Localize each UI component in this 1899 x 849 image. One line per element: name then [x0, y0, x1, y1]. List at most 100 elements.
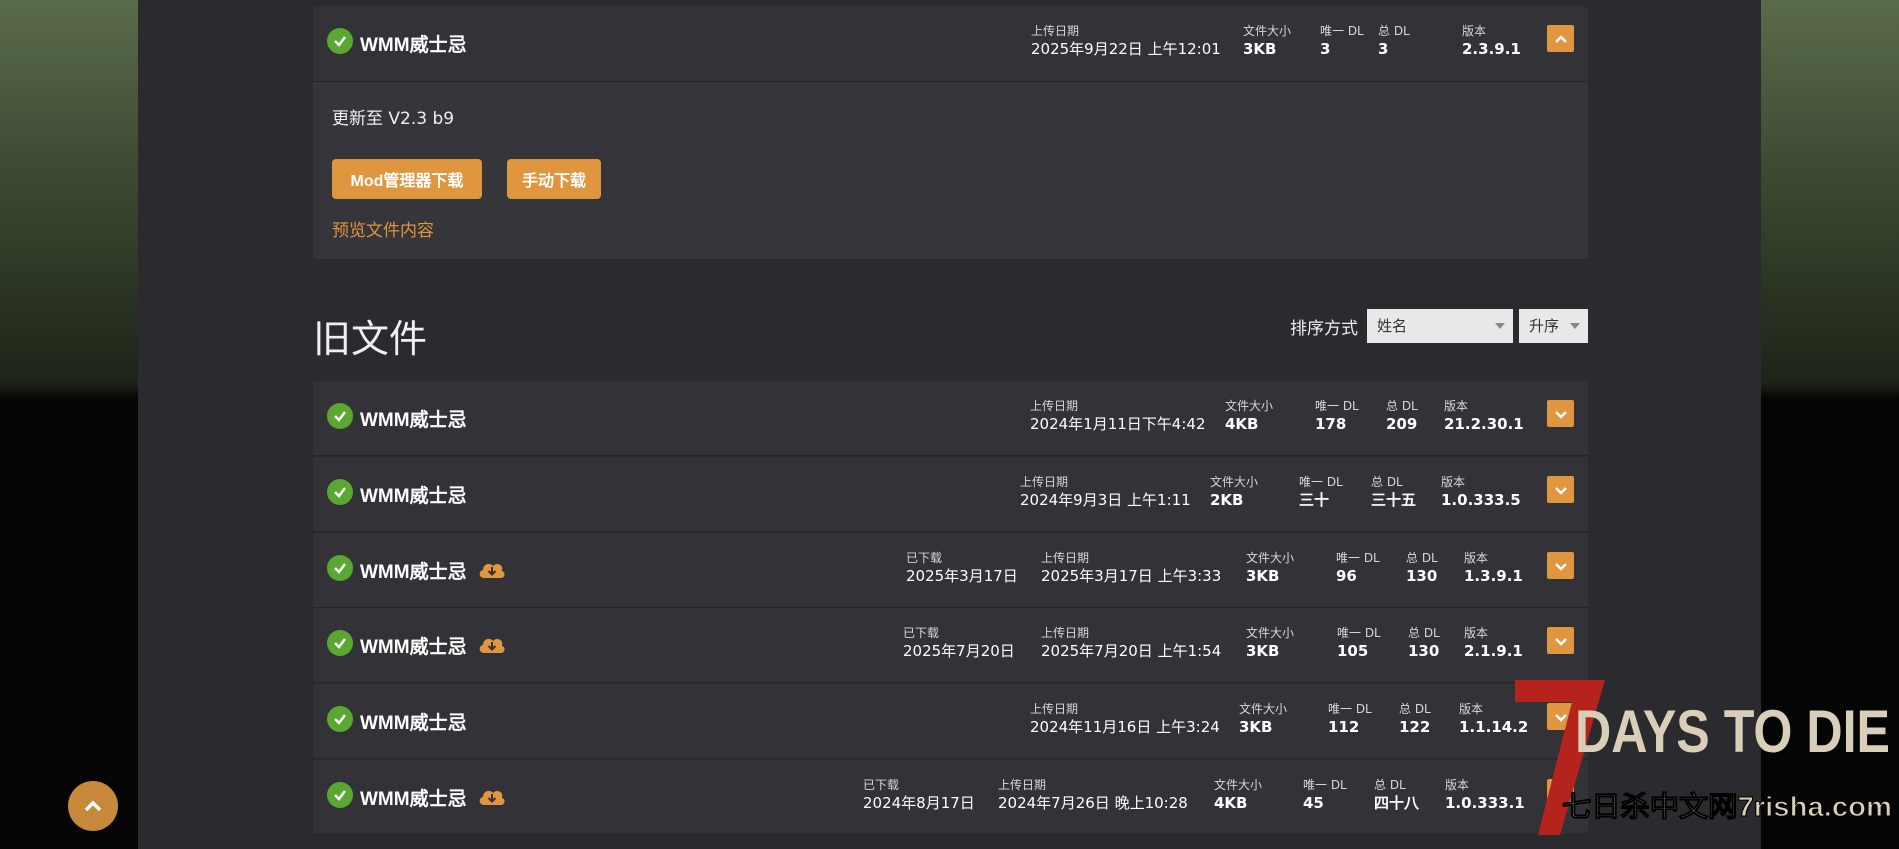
unique-dl-value: 178 [1315, 415, 1347, 433]
scroll-to-top-button[interactable] [68, 781, 118, 831]
file-size-column: 文件大小 4KB [1225, 398, 1273, 434]
version-value: 1.3.9.1 [1464, 567, 1523, 585]
current-file-header[interactable]: WMM威士忌 上传日期 2025年9月22日 上午12:01 文件大小 3KB … [313, 6, 1588, 82]
upload-date-column: 上传日期 2024年1月11日下午4:42 [1030, 398, 1206, 434]
upload-date-label: 上传日期 [1041, 626, 1090, 640]
expand-button[interactable] [1547, 476, 1574, 503]
unique-dl-value: 112 [1328, 718, 1360, 736]
file-name: WMM威士忌 [360, 486, 467, 507]
sort-order-value: 升序 [1529, 317, 1560, 335]
upload-date-label: 上传日期 [1030, 399, 1079, 413]
file-size-column: 文件大小 2KB [1210, 474, 1258, 510]
total-dl-value: 130 [1408, 642, 1440, 660]
check-icon [327, 706, 353, 732]
old-file-row[interactable]: WMM威士忌 已下载 2025年7月20日 上传日期 2025年7月20日 上午1:54… [313, 608, 1588, 683]
version-value: 1.0.333.5 [1441, 491, 1521, 509]
upload-date-value: 2024年7月26日 晚上10:28 [998, 794, 1188, 812]
total-dl-label: 总 DL [1371, 475, 1403, 489]
total-dl-column: 总 DL 3 [1378, 23, 1410, 59]
upload-date-label: 上传日期 [998, 778, 1047, 792]
unique-dl-label: 唯一 DL [1315, 399, 1359, 413]
expand-button[interactable] [1547, 627, 1574, 654]
downloaded-column: 已下载 2024年8月17日 [863, 777, 975, 813]
version-column: 版本 2.1.9.1 [1464, 625, 1523, 661]
preview-file-link[interactable]: 预览文件内容 [332, 216, 434, 241]
logo-text: DAYS TO DIE [1575, 698, 1890, 765]
sort-field-value: 姓名 [1377, 317, 1408, 335]
total-dl-value: 130 [1406, 567, 1438, 585]
file-size-label: 文件大小 [1246, 626, 1295, 640]
check-icon [327, 28, 353, 54]
version-column: 版本 1.3.9.1 [1464, 550, 1523, 586]
chevron-up-icon [1554, 34, 1567, 43]
chevron-down-icon [1554, 410, 1567, 419]
upload-date-column: 上传日期 2025年3月17日 上午3:33 [1041, 550, 1221, 586]
file-size-value: 3KB [1243, 40, 1277, 58]
total-dl-column: 总 DL 130 [1408, 625, 1440, 661]
total-dl-column: 总 DL 四十八 [1374, 777, 1419, 813]
upload-date-column: 上传日期 2025年9月22日 上午12:01 [1031, 23, 1221, 59]
sort-field-select[interactable]: 姓名 [1367, 309, 1513, 343]
file-size-value: 2KB [1210, 491, 1244, 509]
version-label: 版本 [1441, 475, 1466, 489]
upload-date-column: 上传日期 2024年9月3日 上午1:11 [1020, 474, 1191, 510]
expand-button[interactable] [1547, 552, 1574, 579]
total-dl-value: 3 [1378, 40, 1389, 58]
total-dl-value: 四十八 [1374, 794, 1420, 812]
unique-dl-value: 三十 [1299, 491, 1330, 509]
unique-dl-column: 唯一 DL 三十 [1299, 474, 1343, 510]
check-icon [327, 479, 353, 505]
collapse-button[interactable] [1547, 25, 1574, 52]
cloud-download-icon [479, 563, 505, 578]
file-size-column: 文件大小 3KB [1243, 23, 1291, 59]
version-value: 2.1.9.1 [1464, 642, 1523, 660]
unique-dl-label: 唯一 DL [1336, 551, 1380, 565]
mod-manager-download-button[interactable]: Mod管理器下载 [332, 159, 482, 199]
file-name: WMM威士忌 [360, 35, 467, 56]
version-label: 版本 [1462, 24, 1487, 38]
downloaded-label: 已下载 [863, 778, 900, 792]
downloaded-date: 2025年7月20日 [903, 642, 1015, 660]
upload-date-label: 上传日期 [1030, 702, 1079, 716]
downloaded-date: 2024年8月17日 [863, 794, 975, 812]
upload-date-value: 2024年9月3日 上午1:11 [1020, 491, 1191, 509]
upload-date-value: 2024年11月16日 上午3:24 [1030, 718, 1220, 736]
downloaded-column: 已下载 2025年7月20日 [903, 625, 1015, 661]
old-file-row[interactable]: WMM威士忌 已下载 2024年8月17日 上传日期 2024年7月26日 晚上10:2… [313, 760, 1588, 835]
file-size-value: 3KB [1246, 567, 1280, 585]
unique-dl-column: 唯一 DL 45 [1303, 777, 1347, 813]
unique-dl-value: 105 [1337, 642, 1369, 660]
file-size-label: 文件大小 [1214, 778, 1263, 792]
file-size-column: 文件大小 3KB [1239, 701, 1287, 737]
file-name: WMM威士忌 [360, 789, 467, 810]
unique-dl-column: 唯一 DL 3 [1320, 23, 1364, 59]
total-dl-column: 总 DL 209 [1386, 398, 1418, 434]
file-size-label: 文件大小 [1243, 24, 1292, 38]
unique-dl-value: 96 [1336, 567, 1357, 585]
check-icon [327, 555, 353, 581]
unique-dl-label: 唯一 DL [1303, 778, 1347, 792]
upload-date-column: 上传日期 2024年11月16日 上午3:24 [1030, 701, 1220, 737]
old-file-row[interactable]: WMM威士忌 上传日期 2024年1月11日下午4:42 文件大小 4KB 唯一 DL 17… [313, 381, 1588, 456]
chevron-down-icon [1554, 637, 1567, 646]
file-size-label: 文件大小 [1246, 551, 1295, 565]
manual-download-button[interactable]: 手动下载 [507, 159, 601, 199]
old-file-row[interactable]: WMM威士忌 上传日期 2024年11月16日 上午3:24 文件大小 3KB 唯一 DL… [313, 684, 1588, 759]
version-label: 版本 [1464, 551, 1489, 565]
file-name: WMM威士忌 [360, 410, 467, 431]
sort-order-select[interactable]: 升序 [1519, 309, 1588, 343]
version-value: 21.2.30.1 [1444, 415, 1524, 433]
unique-dl-column: 唯一 DL 178 [1315, 398, 1359, 434]
unique-dl-label: 唯一 DL [1328, 702, 1372, 716]
check-icon [327, 782, 353, 808]
expand-button[interactable] [1547, 400, 1574, 427]
upload-date-value: 2024年1月11日下午4:42 [1030, 415, 1206, 433]
total-dl-label: 总 DL [1374, 778, 1406, 792]
old-file-row[interactable]: WMM威士忌 已下载 2025年3月17日 上传日期 2025年3月17日 上午3:33… [313, 533, 1588, 608]
unique-dl-label: 唯一 DL [1320, 24, 1364, 38]
old-file-row[interactable]: WMM威士忌 上传日期 2024年9月3日 上午1:11 文件大小 2KB 唯一 DL 三十… [313, 457, 1588, 532]
version-column: 版本 21.2.30.1 [1444, 398, 1524, 434]
file-size-label: 文件大小 [1239, 702, 1288, 716]
upload-date-label: 上传日期 [1020, 475, 1069, 489]
upload-date-column: 上传日期 2025年7月20日 上午1:54 [1041, 625, 1221, 661]
